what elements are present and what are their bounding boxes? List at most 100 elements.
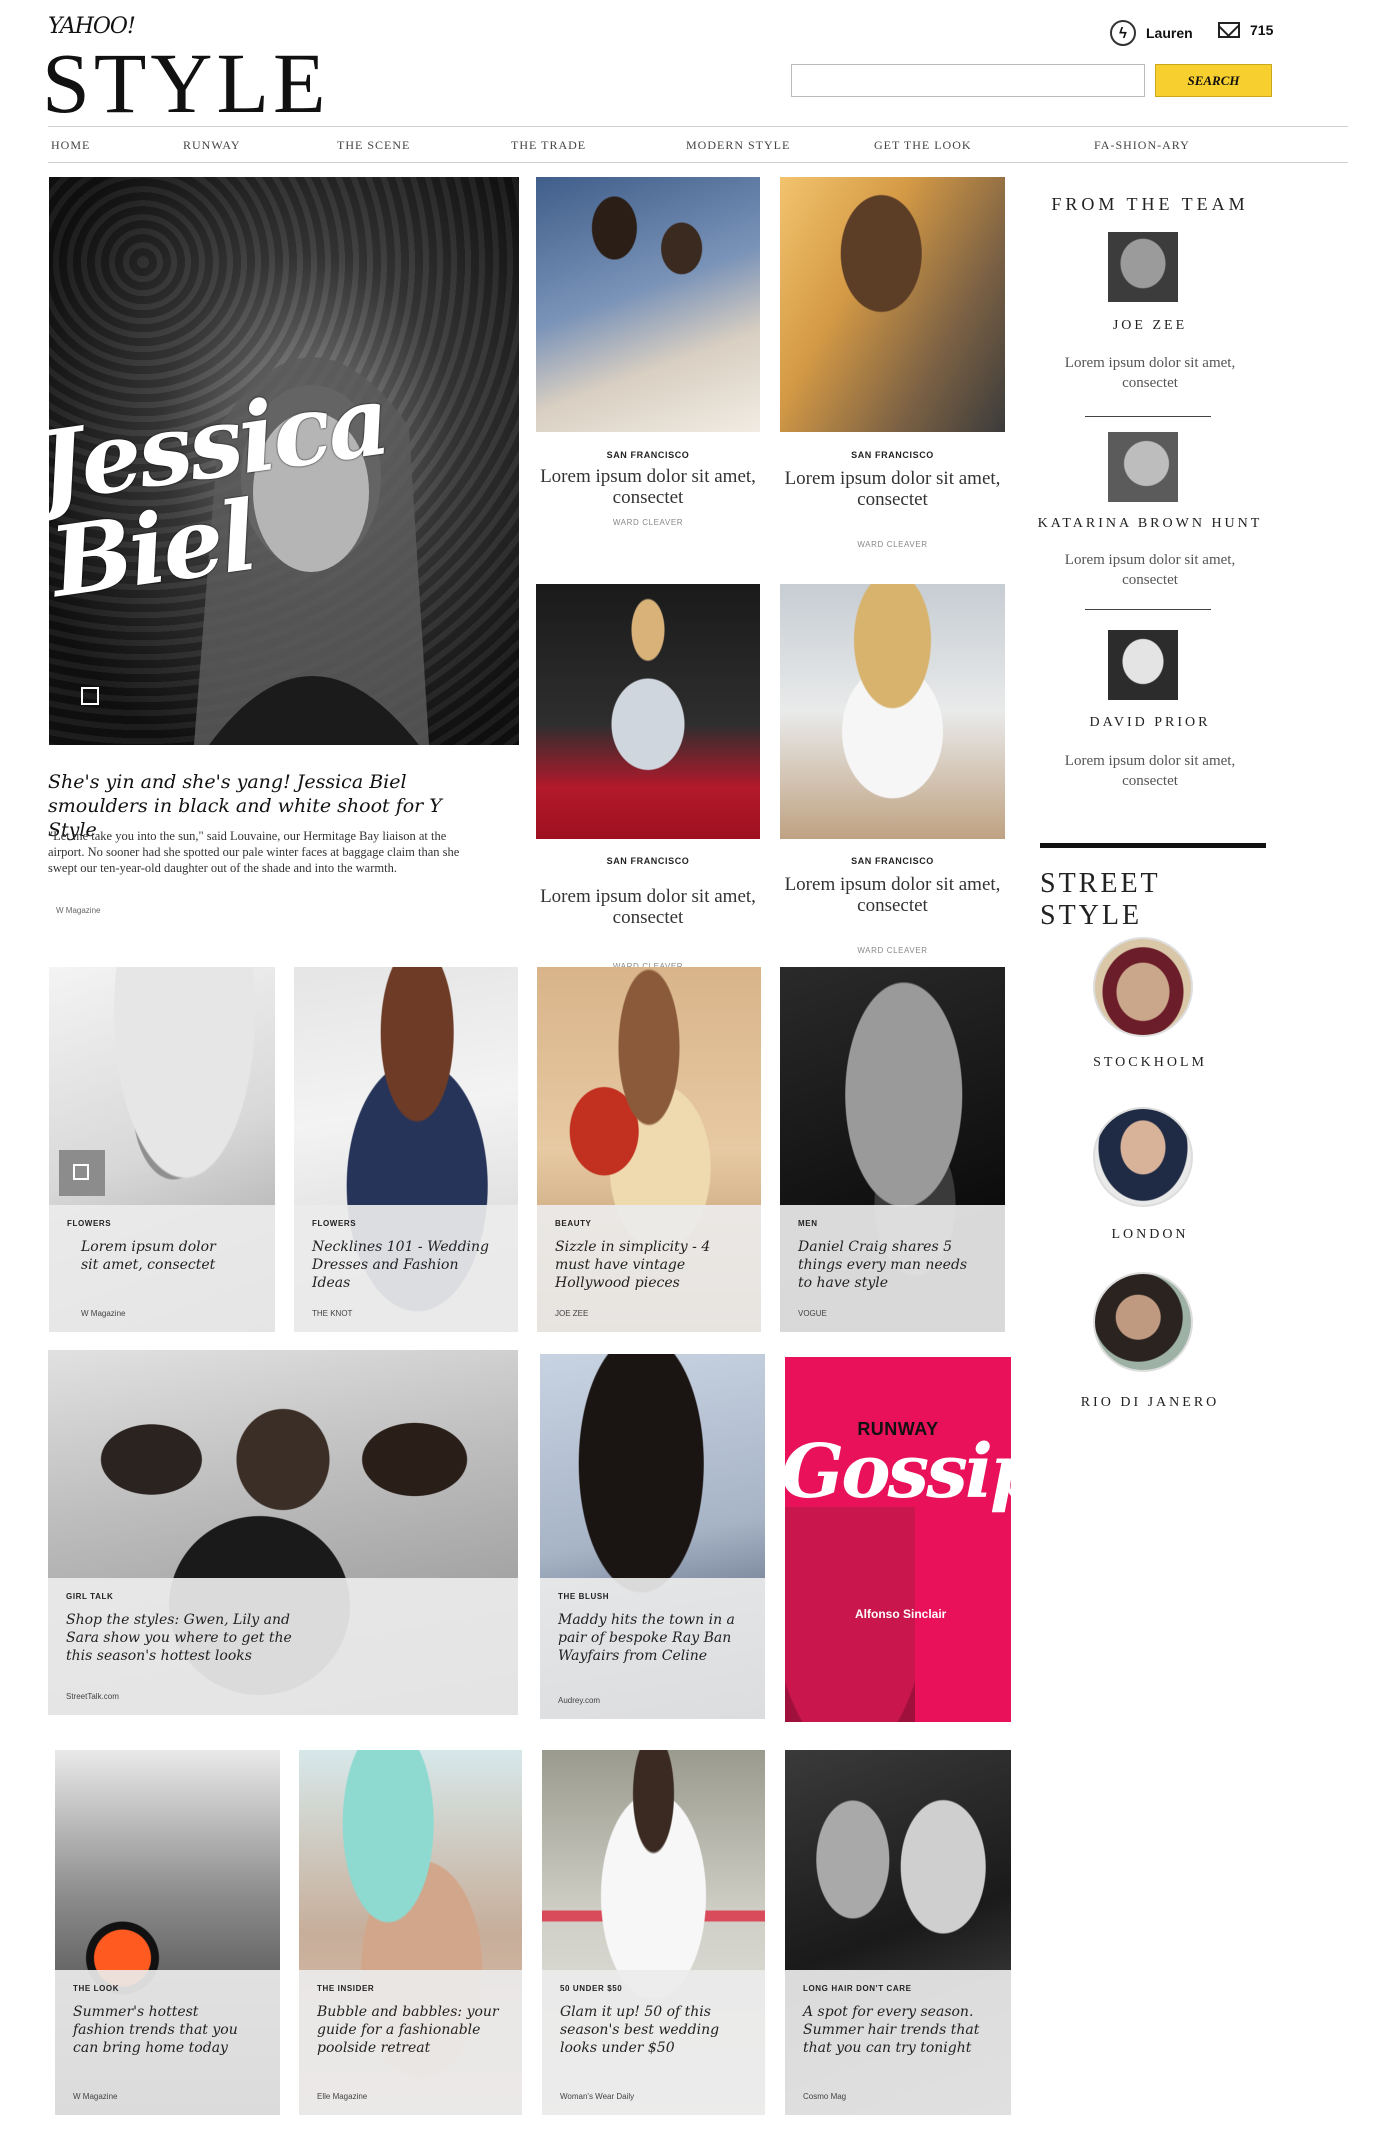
card-location: SAN FRANCISCO bbox=[606, 450, 690, 460]
small-card-1[interactable]: SAN FRANCISCO Lorem ipsum dolor sit amet… bbox=[536, 450, 760, 527]
small-card-2[interactable]: SAN FRANCISCO Lorem ipsum dolor sit amet… bbox=[780, 450, 1005, 549]
hero-source: W Magazine bbox=[56, 906, 101, 915]
card-credit: WARD CLEAVER bbox=[612, 518, 684, 527]
nav-divider bbox=[48, 162, 1348, 163]
card-title: Bubble and babbles: your guide for a fas… bbox=[317, 2004, 499, 2056]
gossip-card[interactable]: RUNWAY Gossip Alfonso Sinclair bbox=[785, 1357, 1011, 1722]
header-divider bbox=[48, 126, 1348, 127]
avatar-david-prior[interactable] bbox=[1108, 630, 1178, 700]
team-text: Lorem ipsum dolor sit amet, consectet bbox=[1064, 355, 1236, 391]
card-kicker: BEAUTY bbox=[555, 1219, 592, 1228]
card-kicker: 50 UNDER $50 bbox=[560, 1984, 623, 1993]
team-name[interactable]: JOE ZEE bbox=[1032, 318, 1268, 334]
row3-card-2[interactable]: FLOWERS Necklines 101 - Wedding Dresses … bbox=[294, 1205, 518, 1332]
row5-card-4[interactable]: LONG HAIR DON'T CARE A spot for every se… bbox=[785, 1970, 1011, 2115]
nav-modern-style[interactable]: MODERN STYLE bbox=[686, 138, 790, 153]
row3-card-1[interactable]: FLOWERS Lorem ipsum dolor sit amet, cons… bbox=[49, 1205, 275, 1332]
city-label[interactable]: LONDON bbox=[1032, 1227, 1268, 1243]
avatar-joe-zee[interactable] bbox=[1108, 232, 1178, 302]
city-stockholm-image[interactable] bbox=[1093, 937, 1193, 1037]
small-card-4[interactable]: SAN FRANCISCO Lorem ipsum dolor sit amet… bbox=[780, 856, 1005, 955]
card-kicker: LONG HAIR DON'T CARE bbox=[803, 1984, 912, 1993]
card-source: VOGUE bbox=[798, 1309, 827, 1318]
avatar-katarina[interactable] bbox=[1108, 432, 1178, 502]
lightning-icon: ϟ bbox=[1110, 20, 1136, 46]
row5-card-2[interactable]: THE INSIDER Bubble and babbles: your gui… bbox=[299, 1970, 522, 2115]
card-source: JOE ZEE bbox=[555, 1309, 589, 1318]
row5-card-3[interactable]: 50 UNDER $50 Glam it up! 50 of this seas… bbox=[542, 1970, 765, 2115]
row3-image-vintage-dress[interactable]: BEAUTY Sizzle in simplicity - 4 must hav… bbox=[537, 967, 761, 1332]
card-title: Lorem ipsum dolor sit amet, consectet bbox=[81, 1239, 216, 1273]
card-title: Maddy hits the town in a pair of bespoke… bbox=[558, 1612, 735, 1664]
user-name: Lauren bbox=[1146, 25, 1193, 41]
team-text: Lorem ipsum dolor sit amet, consectet bbox=[1064, 753, 1236, 789]
card-location: SAN FRANCISCO bbox=[606, 856, 690, 866]
card-credit: WARD CLEAVER bbox=[857, 540, 928, 549]
card-kicker: GIRL TALK bbox=[66, 1592, 114, 1601]
row4-card-1[interactable]: GIRL TALK Shop the styles: Gwen, Lily an… bbox=[48, 1578, 518, 1715]
gallery-icon[interactable] bbox=[81, 687, 99, 705]
row5-image-sports-car[interactable]: THE LOOK Summer's hottest fashion trends… bbox=[55, 1750, 280, 2115]
card-location: SAN FRANCISCO bbox=[851, 450, 934, 460]
city-label[interactable]: RIO DI JANERO bbox=[1032, 1395, 1268, 1411]
row4-image-street-trio[interactable]: GIRL TALK Shop the styles: Gwen, Lily an… bbox=[48, 1350, 518, 1715]
row4-card-2[interactable]: THE BLUSH Maddy hits the town in a pair … bbox=[540, 1578, 765, 1719]
nav-the-scene[interactable]: THE SCENE bbox=[337, 138, 410, 153]
row5-card-1[interactable]: THE LOOK Summer's hottest fashion trends… bbox=[55, 1970, 280, 2115]
city-london-image[interactable] bbox=[1093, 1107, 1193, 1207]
team-name[interactable]: DAVID PRIOR bbox=[1032, 715, 1268, 731]
nav-home[interactable]: HOME bbox=[51, 138, 90, 153]
card-title: Glam it up! 50 of this season's best wed… bbox=[560, 2004, 720, 2056]
card-image-red-carpet[interactable] bbox=[536, 584, 760, 839]
card-source: Audrey.com bbox=[558, 1696, 601, 1705]
card-title: Necklines 101 - Wedding Dresses and Fash… bbox=[312, 1239, 490, 1291]
card-source: Cosmo Mag bbox=[803, 2092, 847, 2101]
card-title: Summer's hottest fashion trends that you… bbox=[73, 2004, 238, 2056]
team-divider bbox=[1085, 609, 1211, 610]
gallery-icon[interactable] bbox=[59, 1150, 105, 1196]
card-source: W Magazine bbox=[81, 1309, 126, 1318]
row3-image-cowboy-hat[interactable]: FLOWERS Lorem ipsum dolor sit amet, cons… bbox=[49, 967, 275, 1332]
user-menu[interactable]: ϟ Lauren bbox=[1110, 20, 1193, 46]
hero-image[interactable]: Jessica Biel bbox=[49, 177, 519, 745]
card-location: SAN FRANCISCO bbox=[851, 856, 934, 866]
city-label[interactable]: STOCKHOLM bbox=[1032, 1055, 1268, 1071]
team-text: Lorem ipsum dolor sit amet, consectet bbox=[1064, 552, 1236, 588]
search-button[interactable]: SEARCH bbox=[1155, 64, 1272, 97]
card-source: Woman's Wear Daily bbox=[560, 2092, 635, 2101]
row5-image-couple-bw[interactable]: LONG HAIR DON'T CARE A spot for every se… bbox=[785, 1750, 1011, 2115]
card-image-sunset-woman[interactable] bbox=[780, 177, 1005, 432]
street-style-heading: STREET STYLE bbox=[1040, 868, 1161, 931]
row3-image-daniel-craig[interactable]: MEN Daniel Craig shares 5 things every m… bbox=[780, 967, 1005, 1332]
mail-icon bbox=[1218, 22, 1240, 38]
small-card-3[interactable]: SAN FRANCISCO Lorem ipsum dolor sit amet… bbox=[536, 856, 760, 971]
card-title: Sizzle in simplicity - 4 must have vinta… bbox=[555, 1239, 711, 1291]
mail-button[interactable]: 715 bbox=[1218, 22, 1273, 38]
nav-the-trade[interactable]: THE TRADE bbox=[511, 138, 586, 153]
card-source: W Magazine bbox=[73, 2092, 118, 2101]
card-image-kanye-kim[interactable] bbox=[536, 177, 760, 432]
row5-image-poolside[interactable]: THE INSIDER Bubble and babbles: your gui… bbox=[299, 1750, 522, 2115]
card-title: Lorem ipsum dolor sit amet, consectet bbox=[784, 874, 1001, 916]
team-divider bbox=[1085, 416, 1211, 417]
card-kicker: MEN bbox=[798, 1219, 818, 1228]
card-title: Shop the styles: Gwen, Lily and Sara sho… bbox=[66, 1612, 292, 1664]
nav-fashionary[interactable]: FA-SHION-ARY bbox=[1094, 138, 1190, 153]
card-source: StreetTalk.com bbox=[66, 1692, 119, 1701]
city-rio-image[interactable] bbox=[1093, 1272, 1193, 1372]
row3-card-4[interactable]: MEN Daniel Craig shares 5 things every m… bbox=[780, 1205, 1005, 1332]
hero-body: "Let me take you into the sun," said Lou… bbox=[48, 829, 460, 875]
card-kicker: THE INSIDER bbox=[317, 1984, 375, 1993]
style-logo[interactable]: STYLE bbox=[42, 40, 330, 126]
row5-image-runway-white[interactable]: 50 UNDER $50 Glam it up! 50 of this seas… bbox=[542, 1750, 765, 2115]
card-title: A spot for every season. Summer hair tre… bbox=[803, 2004, 980, 2056]
row3-card-3[interactable]: BEAUTY Sizzle in simplicity - 4 must hav… bbox=[537, 1205, 761, 1332]
row4-image-bob-hair[interactable]: THE BLUSH Maddy hits the town in a pair … bbox=[540, 1354, 765, 1719]
row3-image-polka-dress[interactable]: FLOWERS Necklines 101 - Wedding Dresses … bbox=[294, 967, 518, 1332]
nav-runway[interactable]: RUNWAY bbox=[183, 138, 241, 153]
card-title: Lorem ipsum dolor sit amet, consectet bbox=[784, 468, 1001, 510]
team-name[interactable]: KATARINA BROWN HUNT bbox=[1032, 516, 1268, 532]
card-image-sunglasses[interactable] bbox=[780, 584, 1005, 839]
nav-get-the-look[interactable]: GET THE LOOK bbox=[874, 138, 972, 153]
search-input[interactable] bbox=[791, 64, 1145, 97]
